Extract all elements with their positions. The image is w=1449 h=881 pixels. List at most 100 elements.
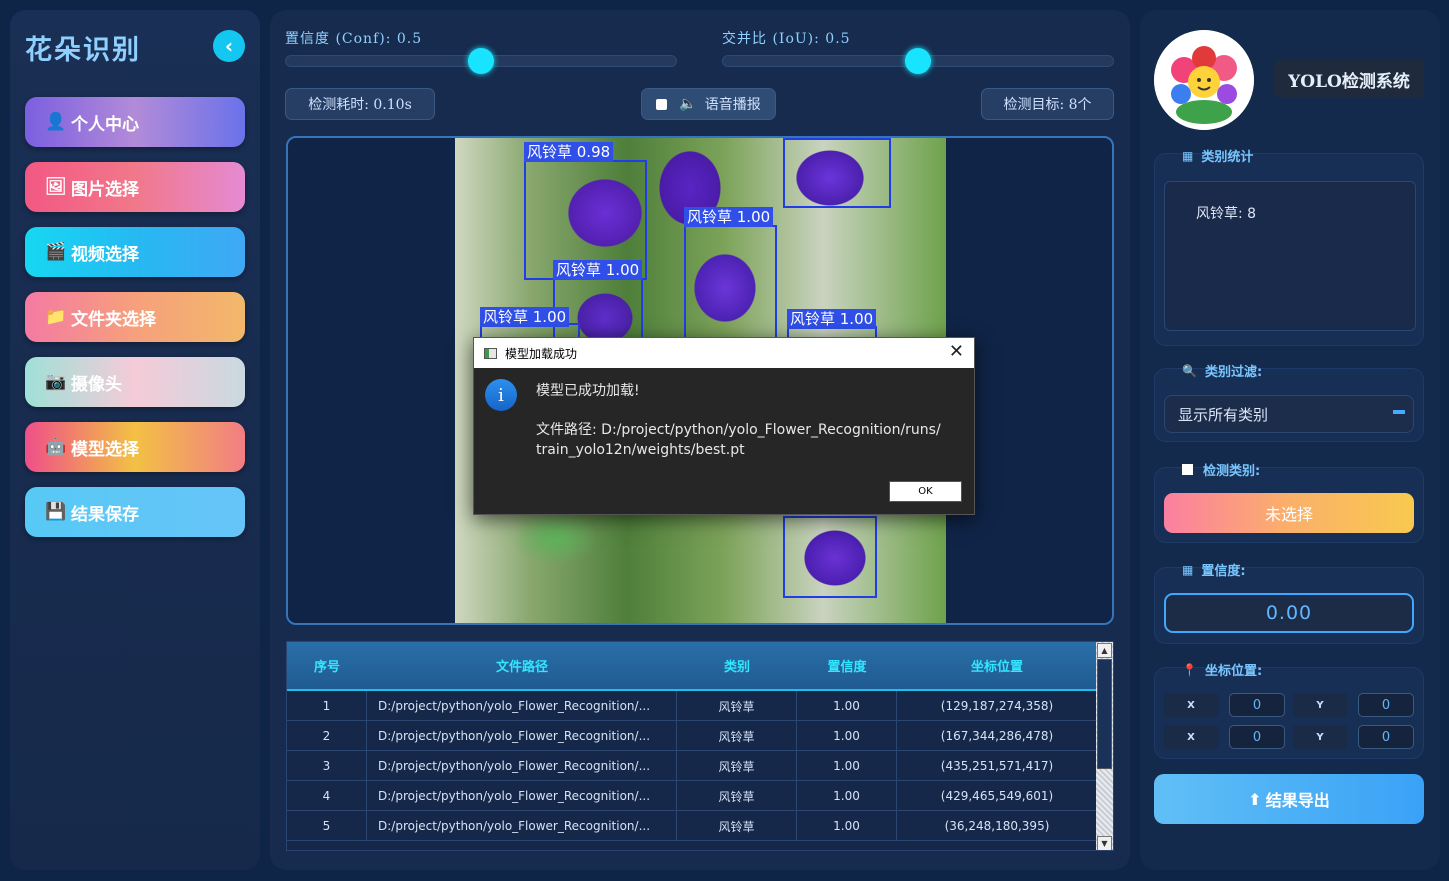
class-filter-panel: 🔍 类别过滤: 显示所有类别 [1154,364,1424,442]
ok-button[interactable]: OK [889,481,962,502]
cell-path: D:/project/python/yolo_Flower_Recognitio… [367,781,677,811]
nav-personal-center-button[interactable]: 👤 个人中心 [25,97,245,147]
detection-label: 风铃草 1.00 [480,307,570,327]
cell-class: 风铃草 [677,751,797,781]
flower-bouquet-icon [1154,30,1254,130]
coordinates-title: 📍 坐标位置: [1182,660,1262,680]
gauge-icon: ▦ [1182,562,1194,577]
col-header-path: 文件路径 [495,660,548,675]
class-filter-select[interactable]: 显示所有类别 [1164,395,1414,433]
dialog-title: 模型加载成功 [505,346,578,361]
detect-class-panel: 检测类别: 未选择 [1154,464,1424,543]
confidence-panel: ▦ 置信度: 0.00 [1154,563,1424,644]
col-header-index: 序号 [313,660,340,675]
scrollbar-thumb[interactable] [1097,659,1112,769]
class-stats-panel: ▦ 类别统计 风铃草: 8 [1154,149,1424,346]
detection-label: 风铃草 1.00 [787,309,877,329]
nav-model-select-button[interactable]: 🤖 模型选择 [25,422,245,472]
coord-y1-label: Y [1293,693,1347,717]
coord-x1-label: X [1164,693,1218,717]
coord-x2-label: X [1164,725,1218,749]
cell-coords: (129,187,274,358) [940,699,1054,713]
detection-label: 风铃草 0.98 [524,142,614,162]
chevron-left-icon: ‹ [224,34,234,58]
cell-path: D:/project/python/yolo_Flower_Recognitio… [367,691,677,721]
coord-x2-value: 0 [1229,725,1285,749]
folder-icon: 📁 [45,307,67,327]
system-title: YOLO检测系统 [1274,60,1424,98]
cell-class: 风铃草 [677,811,797,841]
dialog-path-line2: train_yolo12n/weights/best.pt [536,442,745,458]
table-row[interactable]: 3 D:/project/python/yolo_Flower_Recognit… [287,751,1097,781]
table-scrollbar[interactable]: ▲ ▼ [1096,642,1113,850]
conf-slider-label: 置信度 (Conf): 0.5 [285,31,423,47]
class-filter-title-text: 类别过滤: [1204,365,1263,380]
detect-class-select-button[interactable]: 未选择 [1164,493,1414,533]
info-icon: i [485,379,517,411]
scroll-down-icon[interactable]: ▼ [1097,836,1112,850]
table-row[interactable]: 5 D:/project/python/yolo_Flower_Recognit… [287,811,1097,841]
right-panel: YOLO检测系统 ▦ 类别统计 风铃草: 8 🔍 类别过滤: 显示所有类别 检测… [1140,10,1440,870]
dialog-path-line1: 文件路径: D:/project/python/yolo_Flower_Reco… [536,422,941,438]
nav-folder-select-button[interactable]: 📁 文件夹选择 [25,292,245,342]
cell-path: D:/project/python/yolo_Flower_Recognitio… [367,721,677,751]
col-header-class: 类别 [723,660,750,675]
detection-label: 风铃草 1.00 [553,260,643,280]
coord-y1-value: 0 [1358,693,1414,717]
image-icon: 🖼 [45,177,67,197]
cell-index: 3 [287,751,367,781]
dialog-message: 模型已成功加载! [536,383,640,399]
detect-class-checkbox[interactable] [1182,464,1193,475]
clapper-icon: 🎬 [45,242,67,262]
nav-label: 模型选择 [71,439,139,460]
cell-class: 风铃草 [677,721,797,751]
nav-save-results-button[interactable]: 💾 结果保存 [25,487,245,537]
confidence-title: ▦ 置信度: [1182,560,1246,580]
scroll-up-icon[interactable]: ▲ [1097,643,1112,658]
cell-coords: (429,465,549,601) [940,789,1054,803]
cell-conf: 1.00 [797,691,897,721]
iou-slider-label: 交并比 (IoU): 0.5 [722,31,851,47]
class-filter-title: 🔍 类别过滤: [1182,361,1263,381]
class-stats-title-text: 类别统计 [1201,150,1254,165]
nav-video-select-button[interactable]: 🎬 视频选择 [25,227,245,277]
collapse-sidebar-button[interactable]: ‹ [213,30,245,62]
cell-coords: (167,344,286,478) [940,729,1054,743]
nav-label: 摄像头 [71,374,122,395]
cell-class: 风铃草 [677,781,797,811]
close-icon[interactable]: ✕ [949,342,964,362]
cell-coords: (36,248,180,395) [944,819,1050,833]
voice-checkbox[interactable] [656,98,668,110]
detection-time-badge: 检测耗时: 0.10s [285,88,435,120]
nav-label: 文件夹选择 [71,309,156,330]
cell-index: 4 [287,781,367,811]
table-row[interactable]: 1 D:/project/python/yolo_Flower_Recognit… [287,691,1097,721]
iou-slider-handle[interactable] [905,48,931,74]
robot-icon: 🤖 [45,437,67,457]
coordinates-panel: 📍 坐标位置: X 0 Y 0 X 0 Y 0 [1154,663,1424,759]
col-header-conf: 置信度 [827,660,867,675]
export-results-button[interactable]: ⬆ 结果导出 [1154,774,1424,824]
detection-box [783,138,891,208]
upload-arrow-icon: ⬆ [1248,789,1262,809]
coord-x1-value: 0 [1229,693,1285,717]
cell-index: 1 [287,691,367,721]
nav-camera-button[interactable]: 📷 摄像头 [25,357,245,407]
nav-image-select-button[interactable]: 🖼 图片选择 [25,162,245,212]
voice-broadcast-toggle[interactable]: 🔈 语音播报 [641,88,776,120]
voice-label: 语音播报 [704,97,761,113]
class-stats-title: ▦ 类别统计 [1182,146,1254,166]
table-header: 序号 文件路径 类别 置信度 坐标位置 [287,642,1097,691]
cell-conf: 1.00 [797,751,897,781]
cell-index: 5 [287,811,367,841]
confidence-display: 0.00 [1164,593,1414,633]
brand-title: 花朵识别 [25,35,141,66]
results-table: 序号 文件路径 类别 置信度 坐标位置 1 D:/project/python/… [286,641,1114,851]
detection-box [684,225,777,340]
table-row[interactable]: 2 D:/project/python/yolo_Flower_Recognit… [287,721,1097,751]
coord-y2-value: 0 [1358,725,1414,749]
nav-label: 视频选择 [71,244,139,265]
conf-slider-handle[interactable] [468,48,494,74]
table-row[interactable]: 4 D:/project/python/yolo_Flower_Recognit… [287,781,1097,811]
coord-y2-label: Y [1293,725,1347,749]
